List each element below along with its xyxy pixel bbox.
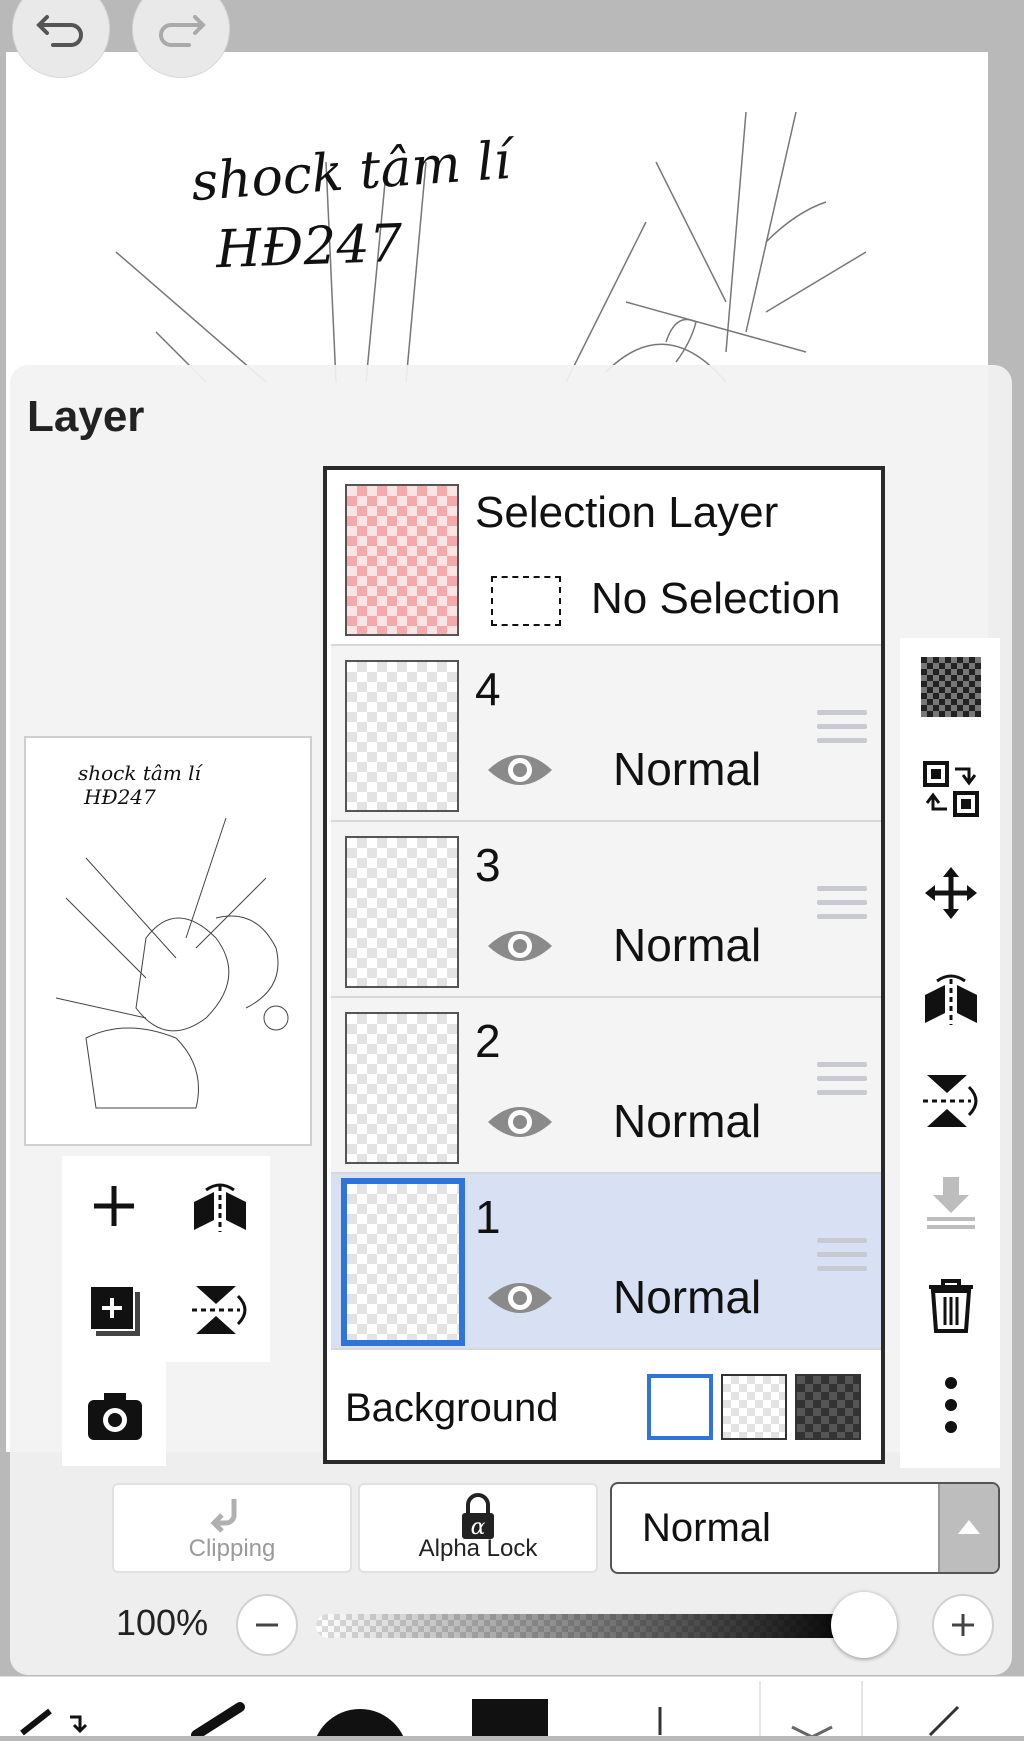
- opacity-decrease-button[interactable]: [236, 1594, 298, 1656]
- left-flip-vertical-button[interactable]: [190, 1282, 250, 1338]
- left-flip-horizontal-button[interactable]: [190, 1180, 250, 1236]
- eye-icon[interactable]: [486, 1100, 554, 1144]
- checker-button[interactable]: [920, 656, 982, 718]
- opacity-value: 100%: [116, 1602, 209, 1643]
- brush-select-icon[interactable]: [20, 1708, 52, 1736]
- transfer-button[interactable]: [920, 758, 982, 820]
- eye-icon[interactable]: [486, 1276, 554, 1320]
- flip-vertical-icon: [192, 1286, 247, 1334]
- layer-blend-mode: Normal: [613, 1095, 762, 1147]
- brush-size-icon[interactable]: [312, 1709, 408, 1741]
- layer-name: 3: [475, 839, 501, 891]
- flip-vertical-button[interactable]: [920, 1070, 982, 1132]
- move-button[interactable]: [920, 862, 982, 924]
- preview-text-2: HĐ247: [83, 785, 156, 809]
- more-icon: [945, 1377, 957, 1433]
- background-white-swatch[interactable]: [647, 1374, 713, 1440]
- opacity-slider-knob[interactable]: [831, 1592, 897, 1658]
- selection-layer-thumbnail: [345, 484, 459, 636]
- flip-horizontal-icon: [925, 974, 977, 1025]
- drag-handle-icon[interactable]: [817, 886, 867, 932]
- layer-list: Selection Layer No Selection 4 Normal 3 …: [323, 466, 885, 1464]
- preview-text-1: shock tâm lí: [78, 761, 204, 785]
- layer-row-1[interactable]: 1 Normal: [331, 1174, 881, 1350]
- camera-button[interactable]: [86, 1390, 144, 1442]
- redo-icon: [159, 15, 206, 47]
- plus-icon: [952, 1614, 974, 1636]
- drag-handle-icon[interactable]: [817, 1238, 867, 1284]
- clipping-icon: [210, 1499, 237, 1533]
- drag-handle-icon[interactable]: [817, 1062, 867, 1108]
- layer-blend-mode: Normal: [613, 919, 762, 971]
- canvas-handwriting-2: HĐ247: [215, 213, 404, 281]
- layer-row-3[interactable]: 3 Normal: [331, 822, 881, 998]
- blend-mode-arrow: [938, 1484, 998, 1572]
- background-dark-swatch[interactable]: [795, 1374, 861, 1440]
- pen-icon[interactable]: [191, 1702, 245, 1740]
- layer-blend-mode: Normal: [613, 1271, 762, 1323]
- preview-sketch: shock tâm lí HĐ247: [55, 761, 289, 1109]
- merge-down-icon: [927, 1177, 975, 1229]
- opacity-increase-button[interactable]: [932, 1594, 994, 1656]
- layer-row-2[interactable]: 2 Normal: [331, 998, 881, 1174]
- opacity-slider-track[interactable]: [316, 1614, 860, 1638]
- selection-layer-name: Selection Layer: [475, 488, 779, 537]
- selection-layer-row[interactable]: Selection Layer No Selection: [331, 470, 881, 646]
- selection-marquee-icon: [491, 576, 561, 626]
- blend-mode-select[interactable]: Normal: [610, 1482, 1000, 1574]
- merge-down-button[interactable]: [920, 1172, 982, 1234]
- alpha-lock-label: Alpha Lock: [418, 1535, 538, 1562]
- side-toolbar: [900, 638, 1000, 1468]
- undo-icon: [36, 15, 83, 47]
- trash-icon: [929, 1279, 973, 1333]
- selection-status: No Selection: [591, 574, 841, 623]
- delete-layer-button[interactable]: [920, 1274, 982, 1336]
- flip-horizontal-icon: [194, 1183, 246, 1232]
- canvas-preview: shock tâm lí HĐ247: [24, 736, 312, 1146]
- layer-blend-mode: Normal: [613, 743, 762, 795]
- flip-vertical-icon: [923, 1075, 978, 1127]
- layer-thumbnail: [345, 660, 459, 812]
- camera-icon: [88, 1393, 142, 1440]
- eye-icon[interactable]: [486, 924, 554, 968]
- clipping-label: Clipping: [188, 1535, 276, 1562]
- eye-icon[interactable]: [486, 748, 554, 792]
- alpha-lock-button[interactable]: α Alpha Lock: [358, 1483, 598, 1573]
- more-button[interactable]: [920, 1374, 982, 1436]
- color-swatch[interactable]: [472, 1699, 548, 1741]
- background-row: Background: [331, 1356, 881, 1460]
- layer-row-4[interactable]: 4 Normal: [331, 646, 881, 822]
- bottom-toolbar: [0, 1676, 1024, 1741]
- add-folder-icon: [89, 1285, 140, 1336]
- bottom-tool-icons: [20, 1681, 960, 1741]
- transfer-icon: [923, 761, 979, 817]
- add-folder-button[interactable]: [86, 1282, 144, 1340]
- layer-name: 2: [475, 1015, 501, 1067]
- add-layer-button[interactable]: [88, 1180, 140, 1232]
- background-transparent-swatch[interactable]: [721, 1374, 787, 1440]
- move-icon: [925, 867, 977, 919]
- panel-title: Layer: [27, 392, 145, 441]
- background-label: Background: [345, 1386, 559, 1430]
- layer-thumbnail: [345, 836, 459, 988]
- add-layer-icon: [94, 1186, 134, 1226]
- layer-thumbnail: [345, 1012, 459, 1164]
- lock-icon: α: [462, 1493, 494, 1540]
- minus-icon: [256, 1623, 278, 1627]
- flip-horizontal-button[interactable]: [920, 968, 982, 1030]
- checker-icon: [921, 657, 981, 717]
- layer-name: 1: [475, 1191, 501, 1243]
- layer-name: 4: [475, 663, 501, 715]
- triangle-up-icon: [958, 1520, 980, 1534]
- blend-mode-value: Normal: [642, 1506, 771, 1550]
- drag-handle-icon[interactable]: [817, 710, 867, 756]
- clipping-button[interactable]: Clipping: [112, 1483, 352, 1573]
- ruler-icon[interactable]: [928, 1705, 960, 1737]
- layer-thumbnail: [341, 1178, 465, 1346]
